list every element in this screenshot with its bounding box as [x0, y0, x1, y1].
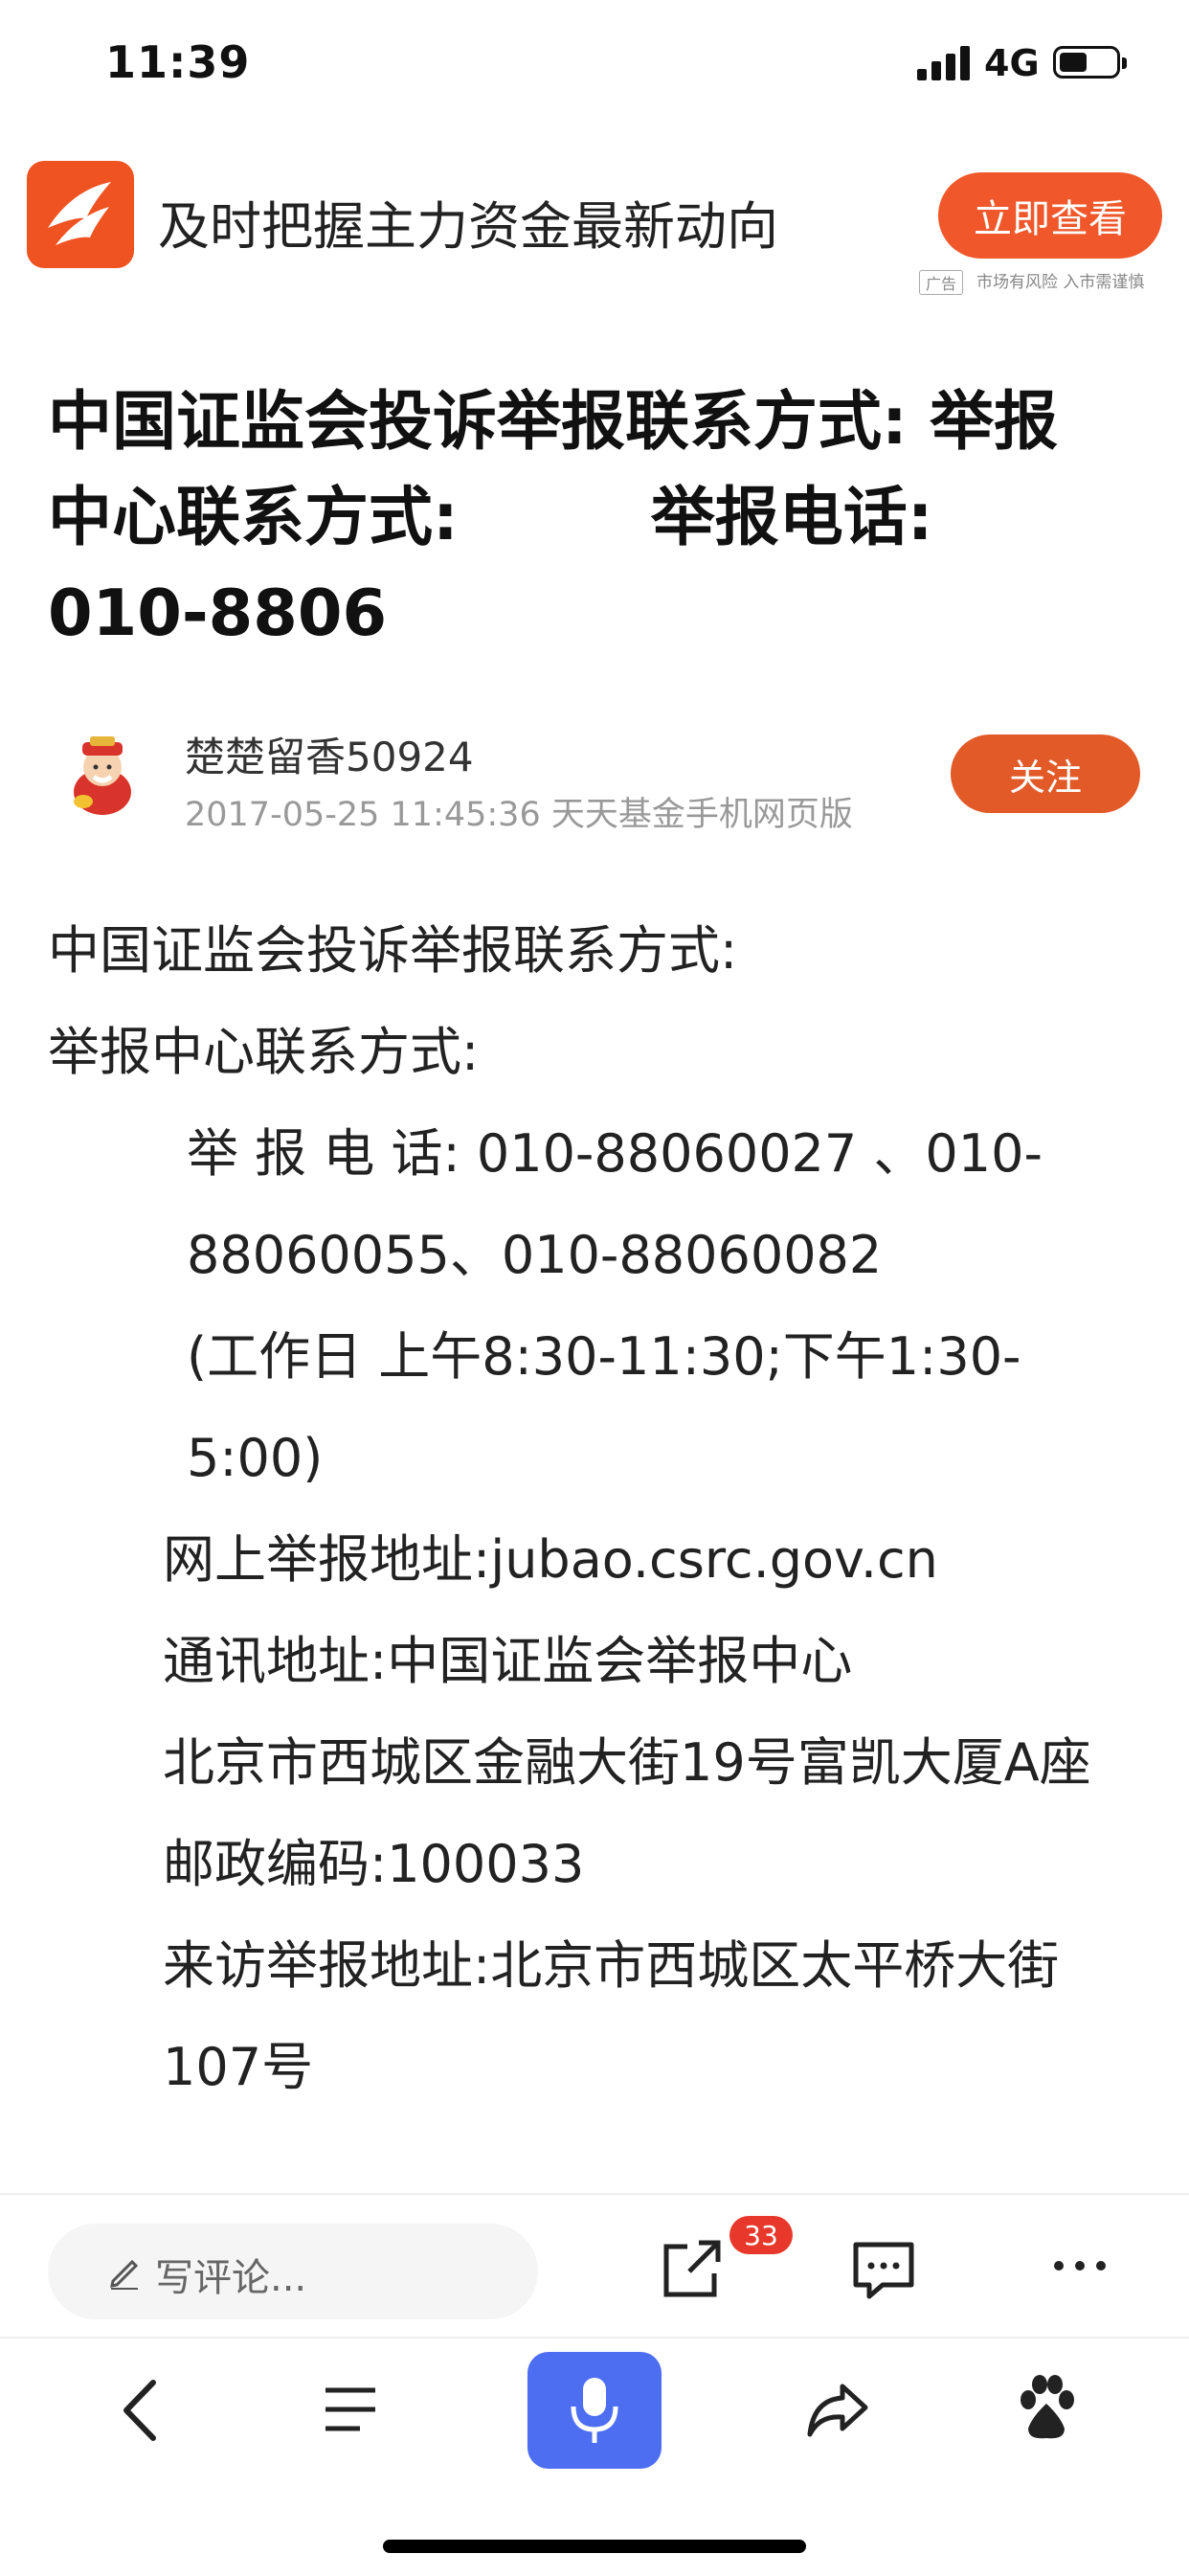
post-meta: 2017-05-25 11:45:36 天天基金手机网页版 — [185, 796, 853, 834]
paragraph: 通讯地址:中国证监会举报中心 — [163, 1631, 853, 1691]
back-icon[interactable] — [115, 2377, 172, 2444]
article-title: 中国证监会投诉举报联系方式: 举报 中心联系方式: 举报电话: 010-8806 — [48, 373, 1149, 661]
paragraph: 中国证监会投诉举报联系方式: — [48, 920, 738, 981]
ad-headline: 及时把握主力资金最新动向 — [158, 196, 778, 257]
status-time: 11:39 — [105, 36, 251, 88]
network-label: 4G — [984, 42, 1040, 84]
baidu-paw-icon[interactable] — [1015, 2375, 1078, 2442]
signal-icon — [917, 46, 971, 80]
paragraph: 举报中心联系方式: — [48, 1022, 480, 1082]
paragraph: 邮政编码:100033 — [163, 1834, 585, 1894]
ad-tag: 广告 — [919, 270, 964, 295]
paragraph: (工作日 上午8:30-11:30;下午1:30-5:00) — [187, 1326, 1021, 1488]
microphone-icon — [571, 2378, 618, 2443]
paragraph: 北京市西城区金融大街19号富凯大厦A座 — [163, 1732, 1091, 1793]
comment-placeholder: 写评论... — [155, 2256, 307, 2300]
battery-icon — [1053, 46, 1127, 79]
risk-note: 市场有风险 入市需谨慎 — [976, 273, 1145, 292]
share-count-badge: 33 — [729, 2216, 793, 2254]
forward-icon[interactable] — [804, 2381, 871, 2438]
menu-icon[interactable] — [322, 2381, 379, 2438]
bottom-nav — [0, 2337, 1189, 2576]
article-body: 中国证监会投诉举报联系方式: 举报中心联系方式: 举 报 电 话: 010-88… — [48, 900, 1149, 2118]
author-name[interactable]: 楚楚留香50924 — [185, 725, 474, 783]
title-line: 中国证监会投诉举报联系方式: 举报 — [48, 384, 1059, 459]
avatar[interactable] — [59, 733, 146, 819]
title-line: 010-8806 — [48, 576, 388, 650]
comment-icon[interactable] — [852, 2241, 915, 2300]
share-out-icon[interactable] — [661, 2237, 724, 2300]
paragraph: 网上举报地址:jubao.csrc.gov.cn — [163, 1529, 938, 1590]
paragraph: 举 报 电 话: 010-88060027 、010-88060055、010-… — [187, 1123, 1043, 1285]
comment-bar: 写评论... 33 — [0, 2193, 1189, 2339]
home-indicator[interactable] — [383, 2540, 806, 2553]
app-logo-icon — [27, 161, 134, 268]
ad-banner[interactable]: 及时把握主力资金最新动向 立即查看 广告 市场有风险 入市需谨慎 — [0, 161, 1189, 305]
author-row: 楚楚留香50924 2017-05-25 11:45:36 天天基金手机网页版 … — [0, 713, 1189, 838]
title-line: 中心联系方式: 举报电话: — [48, 480, 933, 554]
view-now-button[interactable]: 立即查看 — [938, 172, 1162, 259]
status-bar: 11:39 4G — [0, 0, 1189, 134]
more-icon[interactable] — [1051, 2256, 1109, 2275]
pencil-icon — [110, 2259, 139, 2290]
voice-search-button[interactable] — [527, 2352, 662, 2469]
follow-button[interactable]: 关注 — [951, 734, 1140, 813]
paragraph: 来访举报地址:北京市西城区太平桥大街107号 — [163, 1935, 1060, 2097]
comment-input[interactable]: 写评论... — [48, 2224, 538, 2319]
